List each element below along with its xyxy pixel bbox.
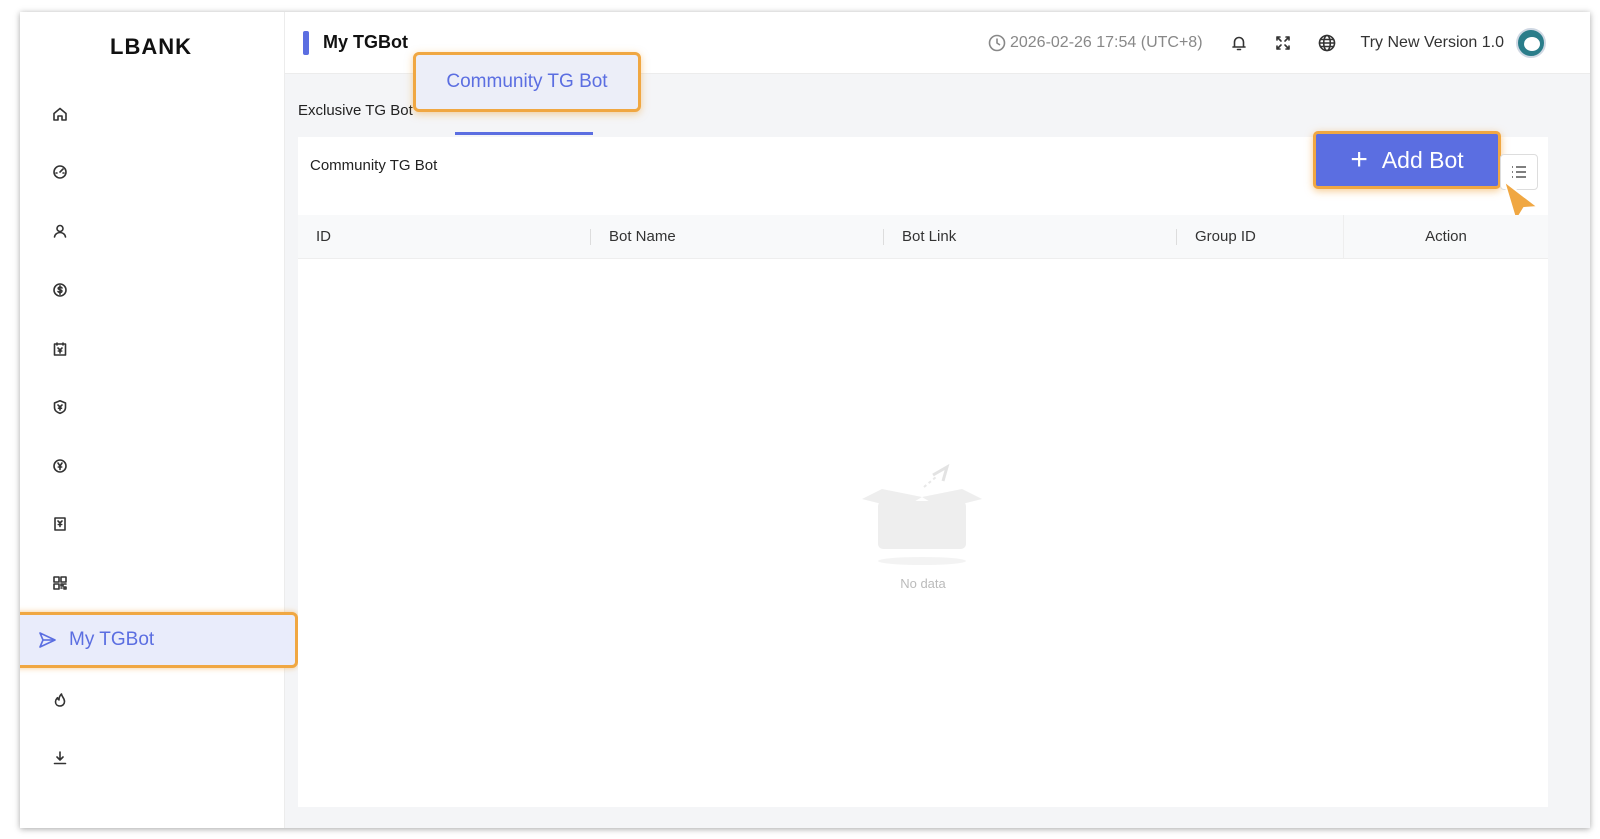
bell-icon[interactable] (1229, 33, 1249, 53)
page-title: My TGBot (323, 32, 408, 52)
sidebar-item-label: My TGBot (69, 629, 155, 650)
app-window: LBANK My TGBot My TGBot 2026-02-26 17:54… (20, 12, 1590, 828)
plus-icon: + (1350, 143, 1368, 176)
home-icon[interactable] (50, 104, 70, 124)
empty-text: No data (900, 576, 946, 591)
globe-icon[interactable] (1317, 33, 1337, 53)
datetime-text: 2026-02-26 17:54 (UTC+8) (1009, 34, 1203, 51)
sidebar: LBANK My TGBot (20, 12, 298, 828)
column-header-group-id[interactable]: Group ID (1177, 215, 1343, 259)
clock-icon (988, 34, 1006, 52)
user-icon[interactable] (50, 221, 70, 241)
logo: LBANK (110, 34, 192, 59)
column-header-id[interactable]: ID (298, 215, 591, 259)
document-icon[interactable] (50, 514, 70, 534)
panel-title: Community TG Bot (310, 157, 438, 174)
fire-icon[interactable] (50, 690, 70, 710)
column-header-bot-link[interactable]: Bot Link (884, 215, 1177, 259)
empty-box-icon (862, 463, 982, 565)
column-header-bot-name[interactable]: Bot Name (591, 215, 884, 259)
title-accent-bar (303, 31, 309, 55)
qrcode-icon[interactable] (50, 573, 70, 593)
main-panel: Community TG Bot + Add Bot ID Bot Name B… (298, 131, 1548, 807)
dollar-icon[interactable] (50, 280, 70, 300)
datetime-display: 2026-02-26 17:54 (UTC+8) (988, 34, 1203, 52)
column-header-action: Action (1343, 214, 1548, 259)
empty-state: No data (858, 457, 988, 591)
dashboard-icon[interactable] (50, 162, 70, 182)
tab-community-tg-bot[interactable]: Community TG Bot (413, 52, 641, 112)
avatar[interactable] (1516, 28, 1546, 58)
send-icon (39, 632, 56, 648)
tab-exclusive-tg-bot[interactable]: Exclusive TG Bot (298, 102, 416, 119)
try-new-version-link[interactable]: Try New Version 1.0 (1361, 34, 1504, 52)
shield-icon[interactable] (50, 397, 70, 417)
yen-icon[interactable] (50, 456, 70, 476)
add-bot-label: Add Bot (1381, 146, 1464, 173)
calendar-icon[interactable] (50, 339, 70, 359)
active-tab-indicator (455, 132, 593, 135)
add-bot-button[interactable]: + Add Bot (1313, 131, 1501, 189)
sidebar-item-my-tgbot[interactable]: My TGBot (20, 612, 298, 668)
download-icon[interactable] (50, 748, 70, 768)
tab-bar: Exclusive TG Bot Community TG Bot (285, 52, 1590, 136)
fullscreen-icon[interactable] (1273, 33, 1293, 53)
table-header: ID Bot Name Bot Link Group ID Action (298, 214, 1548, 259)
